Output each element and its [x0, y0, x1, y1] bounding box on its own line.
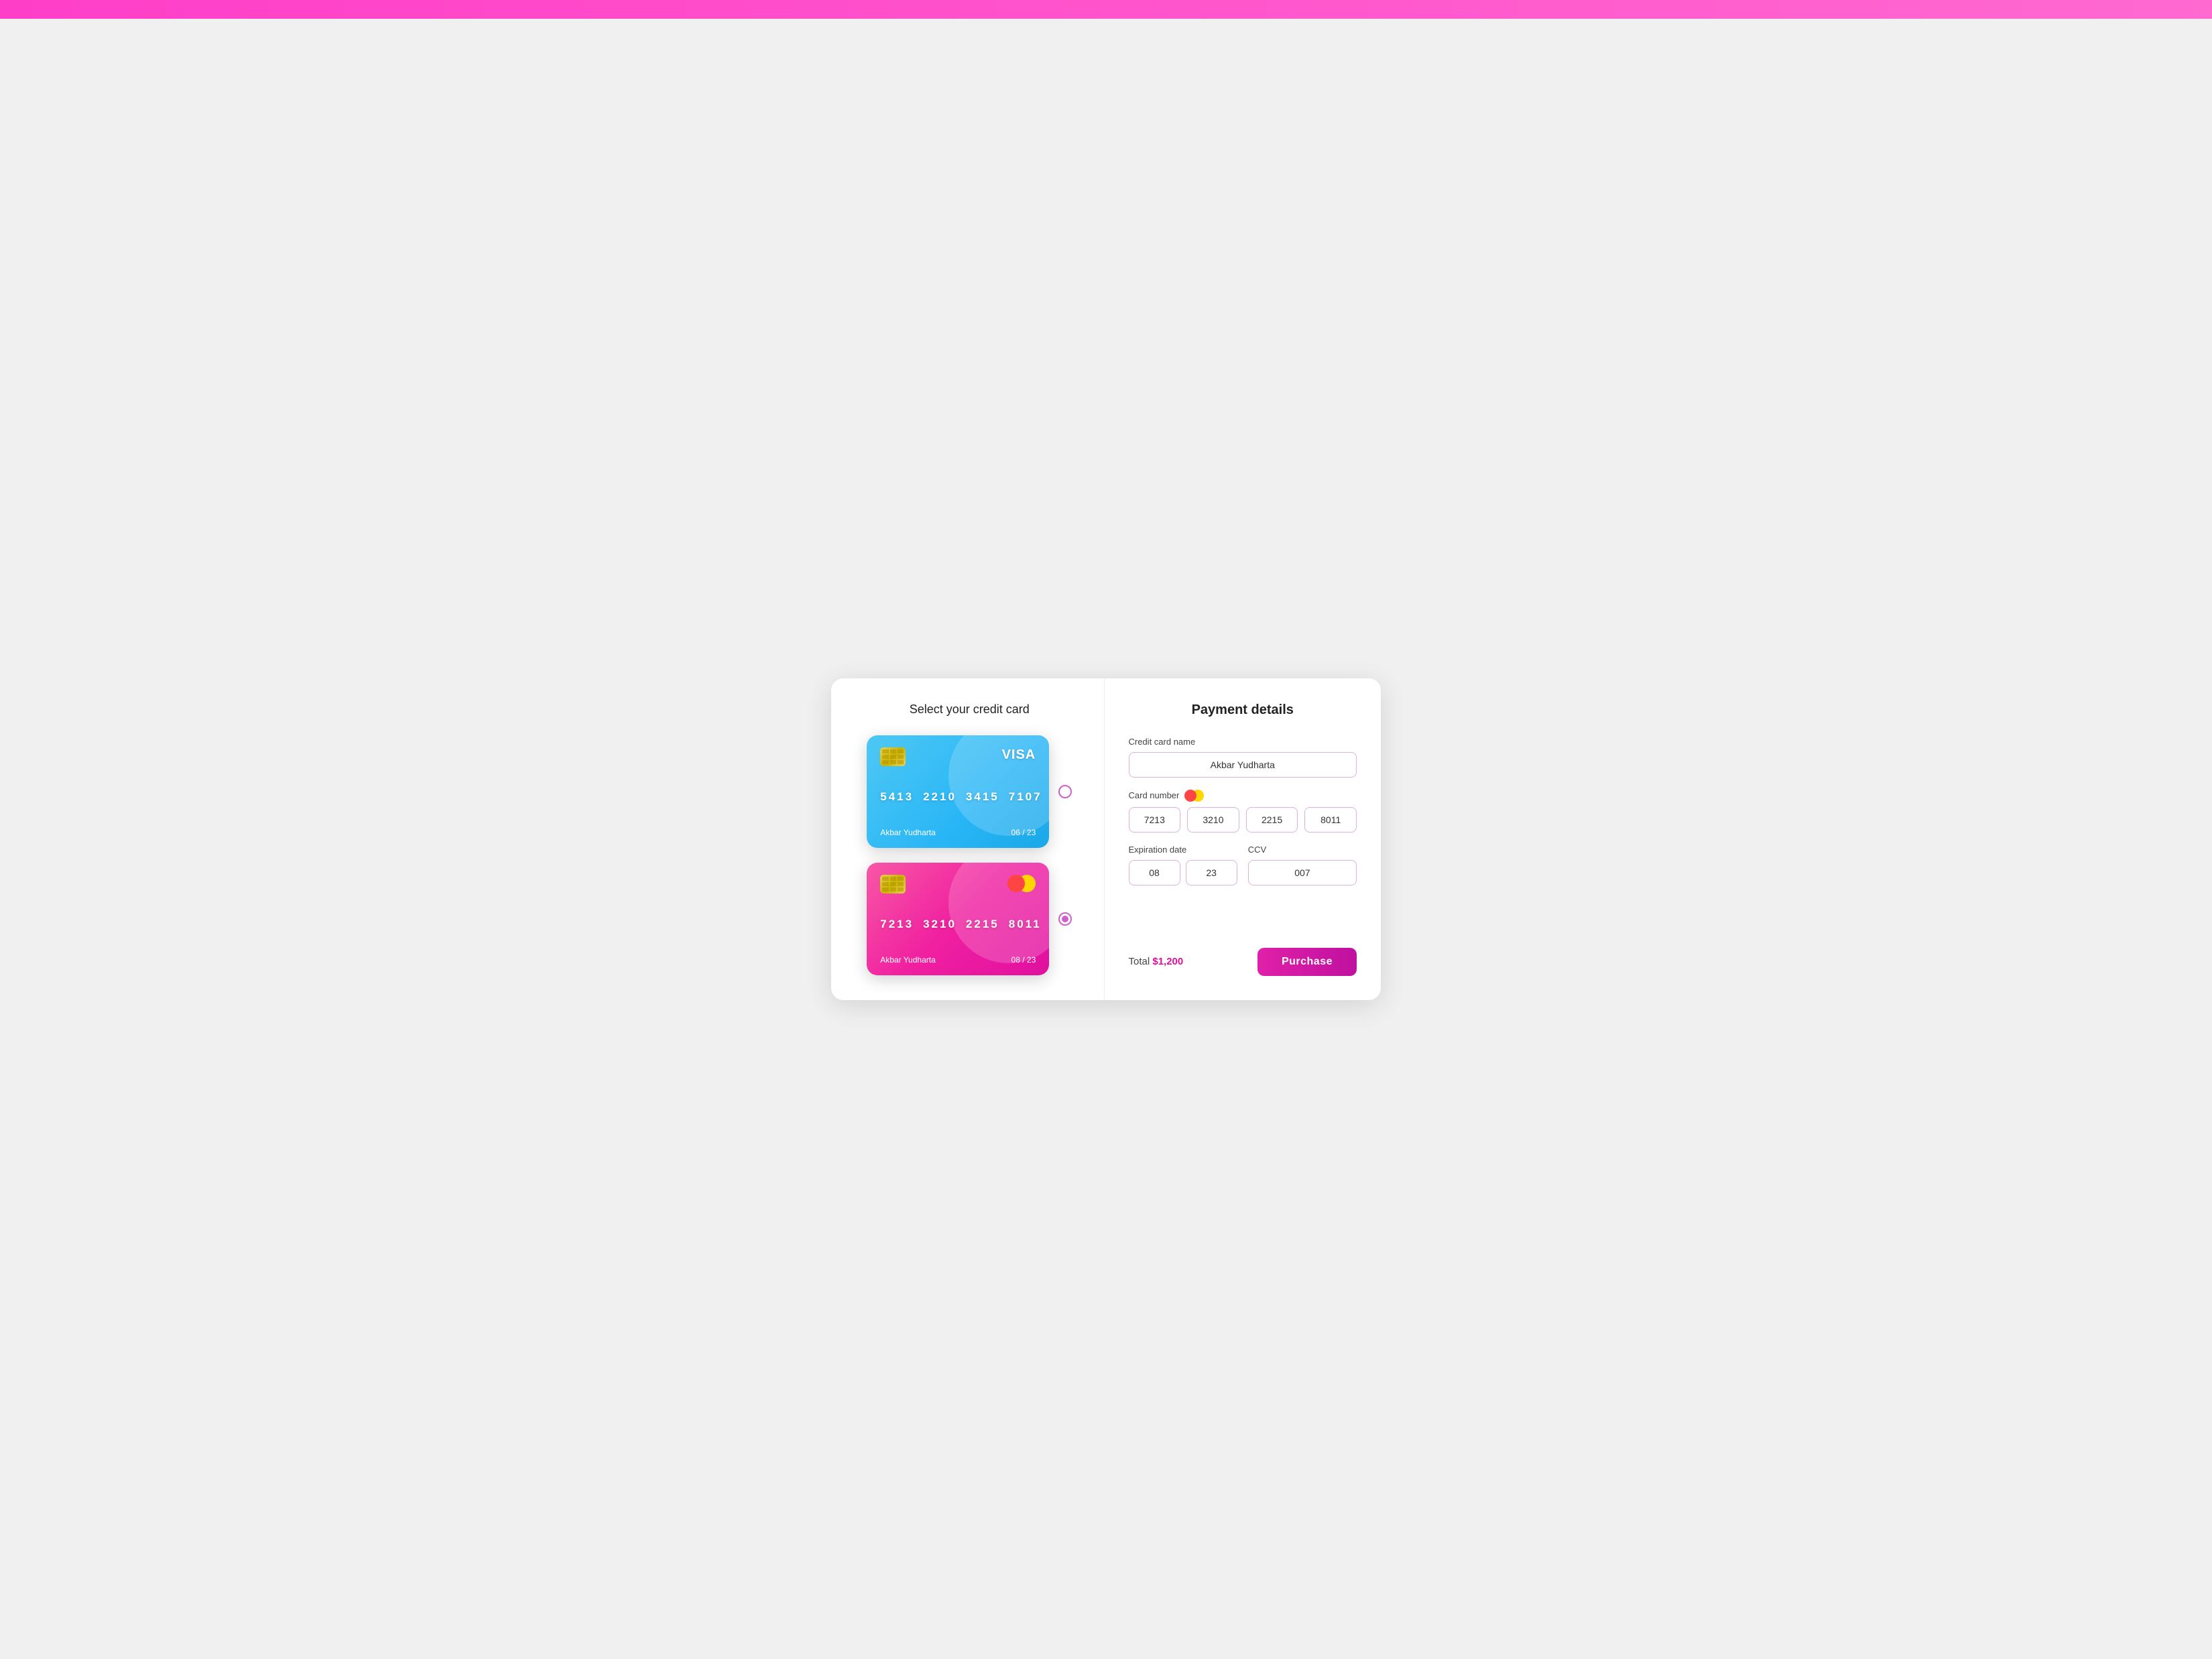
chip-icon [880, 747, 906, 766]
mastercard-logo [1007, 875, 1036, 892]
ccv-input[interactable] [1248, 860, 1357, 885]
visa-card-number: 5413 2210 3415 7107 [880, 790, 1036, 804]
visa-card-expiry: 06 / 23 [1011, 828, 1036, 837]
cc-name-input[interactable] [1129, 752, 1357, 778]
left-section-title: Select your credit card [910, 702, 1030, 717]
top-bar [0, 0, 2212, 19]
visa-card-bottom: Akbar Yudharta 06 / 23 [880, 828, 1036, 837]
exp-year-input[interactable] [1186, 860, 1237, 885]
card-number-inputs [1129, 807, 1357, 833]
payment-title: Payment details [1129, 702, 1357, 718]
ccv-label: CCV [1248, 845, 1357, 855]
total-text: Total $1,200 [1129, 956, 1184, 967]
cards-list: VISA 5413 2210 3415 7107 Akbar Yudharta … [855, 735, 1084, 975]
expiration-group: Expiration date [1129, 845, 1237, 885]
mc-radio-button[interactable] [1058, 912, 1072, 926]
main-panel: Select your credit card VISA [831, 678, 1381, 1000]
card-number-mc-logo [1184, 790, 1204, 802]
card-number-label-row: Card number [1129, 790, 1357, 802]
mc-credit-card[interactable]: 7213 3210 2215 8011 Akbar Yudharta 08 / … [867, 863, 1049, 975]
card-number-input-1[interactable] [1129, 807, 1181, 833]
visa-credit-card[interactable]: VISA 5413 2210 3415 7107 Akbar Yudharta … [867, 735, 1049, 848]
mc-chip-icon [880, 875, 906, 894]
mc-card-bottom: Akbar Yudharta 08 / 23 [880, 955, 1036, 965]
page-background: Select your credit card VISA [0, 19, 2212, 1659]
card-number-group: Card number [1129, 790, 1357, 833]
purchase-row: Total $1,200 Purchase [1129, 936, 1357, 976]
mc-card-top [880, 875, 1036, 894]
purchase-button[interactable]: Purchase [1257, 948, 1357, 976]
cc-name-label: Credit card name [1129, 737, 1357, 747]
ccv-group: CCV [1248, 845, 1357, 885]
exp-ccv-group: Expiration date CCV [1129, 845, 1357, 885]
visa-card-row: VISA 5413 2210 3415 7107 Akbar Yudharta … [867, 735, 1072, 848]
card-number-input-4[interactable] [1304, 807, 1357, 833]
card-number-label: Card number [1129, 790, 1180, 800]
total-amount: $1,200 [1152, 956, 1183, 967]
mc-card-holder: Akbar Yudharta [880, 955, 936, 965]
exp-inputs [1129, 860, 1237, 885]
mc-card-expiry: 08 / 23 [1011, 955, 1036, 965]
right-section: Payment details Credit card name Card nu… [1105, 678, 1381, 1000]
mc-card-row: 7213 3210 2215 8011 Akbar Yudharta 08 / … [867, 863, 1072, 975]
visa-card-top: VISA [880, 747, 1036, 766]
cn-mc-red-circle [1184, 790, 1196, 802]
left-section: Select your credit card VISA [831, 678, 1104, 1000]
card-number-input-3[interactable] [1246, 807, 1298, 833]
mc-red-circle [1007, 875, 1025, 892]
mc-card-number: 7213 3210 2215 8011 [880, 918, 1036, 931]
exp-month-input[interactable] [1129, 860, 1180, 885]
visa-brand-label: VISA [1002, 747, 1036, 763]
visa-radio-button[interactable] [1058, 785, 1072, 798]
visa-card-holder: Akbar Yudharta [880, 828, 936, 837]
card-number-input-2[interactable] [1187, 807, 1239, 833]
cc-name-group: Credit card name [1129, 737, 1357, 778]
expiration-label: Expiration date [1129, 845, 1237, 855]
